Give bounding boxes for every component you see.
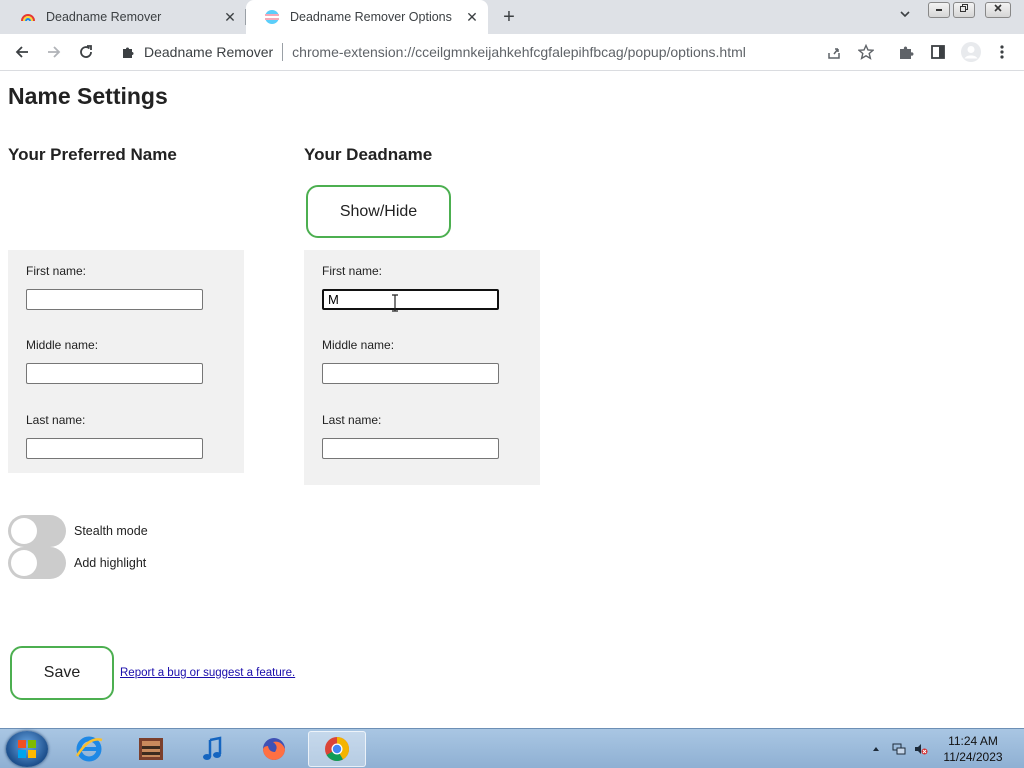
system-clock[interactable]: 11:24 AM 11/24/2023 [938,733,1008,765]
deadname-panel: First name: Middle name: Last name: [304,250,540,485]
preferred-first-name-label: First name: [26,264,87,278]
start-button-windows-icon[interactable] [6,731,48,767]
add-highlight-toggle-row: Add highlight [8,547,146,579]
preferred-first-name-input[interactable] [26,289,203,310]
site-name: Deadname Remover [144,44,274,60]
preferred-name-panel: First name: Middle name: Last name: [8,250,244,473]
new-tab-button[interactable]: + [498,7,520,27]
preferred-last-name-input[interactable] [26,438,203,459]
rainbow-favicon-icon [20,9,36,25]
deadname-heading: Your Deadname [304,145,433,164]
deadname-middle-name-label: Middle name: [322,338,395,352]
deadname-last-name-input[interactable] [322,438,499,459]
share-icon[interactable] [825,43,843,61]
preferred-name-heading: Your Preferred Name [8,145,177,164]
restore-icon[interactable] [953,2,975,18]
add-highlight-toggle[interactable] [8,547,66,579]
firefox-icon[interactable] [245,731,303,767]
tab-strip: Deadname Remover ✕ Deadname Remover Opti… [0,0,1024,34]
toggle-knob [11,550,37,576]
itunes-music-icon[interactable] [184,731,242,767]
preferred-middle-name-label: Middle name: [26,338,99,352]
stealth-mode-toggle[interactable] [8,515,66,547]
tab-deadname-remover-options[interactable]: Deadname Remover Options ✕ [246,0,488,34]
show-hidden-icons-chevron-icon[interactable] [869,742,883,756]
network-icon[interactable] [892,742,906,756]
reload-icon[interactable] [76,42,96,62]
address-bar[interactable]: Deadname Remover chrome-extension://ccei… [108,37,888,67]
show-hide-button[interactable]: Show/Hide [306,185,451,238]
preferred-middle-name-input[interactable] [26,363,203,384]
deadname-last-name-label: Last name: [322,413,382,427]
report-bug-link[interactable]: Report a bug or suggest a feature. [120,667,295,679]
url-text[interactable]: chrome-extension://cceilgmnkeijahkehfcgf… [292,44,746,60]
profile-avatar-icon[interactable] [960,41,982,63]
omnibox-divider [282,43,284,61]
extensions-icon[interactable] [897,43,915,61]
tab-search-chevron-icon[interactable] [896,8,914,26]
forward-arrow-icon[interactable] [44,42,64,62]
bookmark-star-icon[interactable] [857,43,875,61]
back-arrow-icon[interactable] [12,42,32,62]
internet-explorer-icon[interactable] [60,731,118,767]
stealth-mode-toggle-row: Stealth mode [8,515,148,547]
stealth-mode-label: Stealth mode [74,524,148,538]
add-highlight-label: Add highlight [74,556,147,570]
toggle-knob [11,518,37,544]
clock-time: 11:24 AM [948,734,998,748]
options-page: Name Settings Your Preferred Name Your D… [0,72,1024,728]
tab-deadname-remover[interactable]: Deadname Remover ✕ [2,0,246,34]
save-button[interactable]: Save [10,646,114,700]
minimize-icon[interactable] [928,2,950,18]
trans-flag-favicon-icon [264,9,280,25]
menu-kebab-icon[interactable] [993,43,1011,61]
media-center-icon[interactable] [122,731,180,767]
tab-title: Deadname Remover [46,10,162,24]
tab-title: Deadname Remover Options [290,10,452,24]
text-cursor-icon [391,294,399,316]
browser-toolbar: Deadname Remover chrome-extension://ccei… [0,34,1024,71]
side-panel-icon[interactable] [929,43,947,61]
close-tab-icon[interactable]: ✕ [462,7,482,27]
windows-taskbar: 11:24 AM 11/24/2023 [0,728,1024,768]
preferred-last-name-label: Last name: [26,413,86,427]
page-title: Name Settings [8,83,168,109]
clock-date: 11/24/2023 [943,750,1003,764]
chrome-icon[interactable] [308,731,366,767]
volume-muted-icon[interactable] [914,742,928,756]
deadname-middle-name-input[interactable] [322,363,499,384]
deadname-first-name-label: First name: [322,264,383,278]
deadname-first-name-input[interactable] [322,289,499,310]
puzzle-piece-icon [120,44,136,60]
close-window-icon[interactable] [985,2,1011,18]
close-tab-icon[interactable]: ✕ [220,7,240,27]
